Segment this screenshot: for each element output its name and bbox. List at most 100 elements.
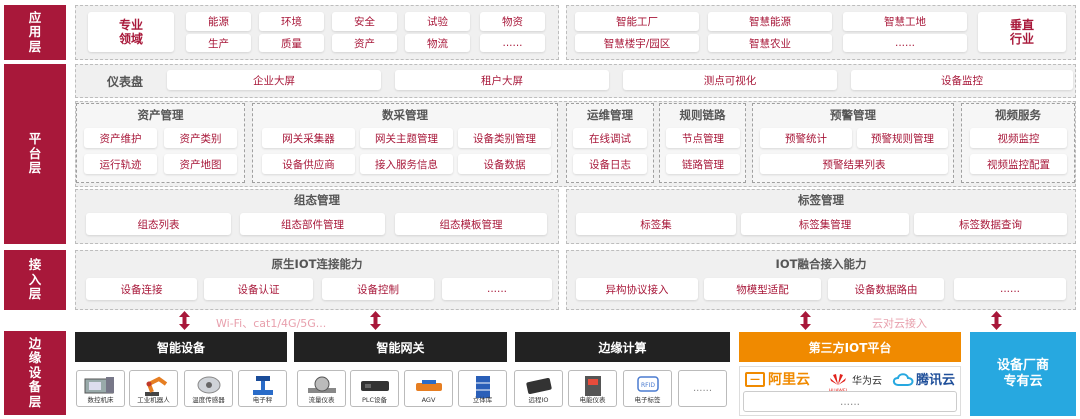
config-mgmt-title: 组态管理 [294,193,340,207]
electronic-scale[interactable]: 电子秤 [238,370,287,407]
alarm-item[interactable]: 预警规则管理 [857,128,948,148]
device-label: AGV [421,396,436,404]
wifi-note: Wi-Fi、cat1/4G/5G... [216,317,327,330]
app-industry-item[interactable]: 智能工厂 [575,12,699,31]
link-arrow-icon [179,311,190,330]
vendor-cloud-bar: 设备厂商 专有云 [970,332,1076,416]
alarm-item[interactable]: 预警统计 [760,128,852,148]
tag-mgmt-title: 标签管理 [798,193,844,207]
video-item[interactable]: 视频监控 [970,128,1067,148]
alarm-mgmt-title: 预警管理 [830,108,876,122]
link-arrow-icon [370,311,381,330]
link-arrow-icon [800,311,811,330]
video-item[interactable]: 视频监控配置 [970,154,1067,174]
collect-item[interactable]: 接入服务信息 [360,154,453,174]
device-label: 数控机床 [87,396,114,404]
plc-device[interactable]: PLC设备 [350,370,399,407]
ops-item[interactable]: 在线调试 [573,128,647,148]
app-domain-item[interactable]: 试验 [405,12,470,31]
app-domain-item[interactable]: 物流 [405,34,470,52]
fusion-iot-title: IOT融合接入能力 [775,257,867,271]
huawei-cloud-label: 华为云 [852,376,882,387]
native-iot-item[interactable]: ...... [442,278,552,300]
power-meter[interactable]: 电能仪表 [568,370,617,407]
tag-item[interactable]: 标签数据查询 [914,213,1067,235]
device-label: 流量仪表 [308,396,335,404]
link-arrow-icon [991,311,1002,330]
collect-item[interactable]: 设备供应商 [262,154,355,174]
rule-item[interactable]: 链路管理 [666,154,740,174]
device-label: 远程IO [528,396,549,404]
edge-compute-bar: 边缘计算 [515,332,730,362]
app-domain-item[interactable]: 质量 [259,34,324,52]
app-domain-item[interactable]: 安全 [332,12,397,31]
fusion-iot-item[interactable]: 设备数据路由 [828,278,944,300]
app-industry-item[interactable]: ...... [843,34,967,52]
native-iot-item[interactable]: 设备连接 [86,278,197,300]
fusion-iot-item[interactable]: ...... [954,278,1066,300]
collect-item[interactable]: 设备类别管理 [458,128,551,148]
temperature-sensor[interactable]: 温度传感器 [184,370,233,407]
device-label: 立体库 [472,396,493,404]
asset-item[interactable]: 运行轨迹 [84,154,157,174]
ops-mgmt-title: 运维管理 [587,108,633,122]
collect-item[interactable]: 设备数据 [458,154,551,174]
fusion-iot-item[interactable]: 异构协议接入 [576,278,698,300]
edge-device-more[interactable]: ...... [678,370,727,407]
app-domain-item[interactable]: ...... [480,34,545,52]
asset-item[interactable]: 资产维护 [84,128,157,148]
app-industry-item[interactable]: 智慧工地 [843,12,967,31]
native-iot-item[interactable]: 设备认证 [204,278,313,300]
aliyun-logo: — 阿里云 [745,369,810,389]
app-domain-item[interactable]: 生产 [186,34,251,52]
collect-mgmt-title: 数采管理 [382,108,428,122]
native-iot-title: 原生IOT连接能力 [271,257,363,271]
app-professional-tag: 专业 领域 [88,12,174,52]
dashboard-item[interactable]: 企业大屏 [167,70,381,90]
ops-item[interactable]: 设备日志 [573,154,647,174]
app-domain-item[interactable]: 环境 [259,12,324,31]
tencent-cloud-logo: 腾讯云 [892,369,955,388]
stereo-warehouse[interactable]: 立体库 [458,370,507,407]
rule-chain-title: 规则链路 [679,108,726,122]
asset-item[interactable]: 资产类别 [164,128,237,148]
layer-platform-label: 平台层 [4,64,66,244]
asset-item[interactable]: 资产地图 [164,154,237,174]
collect-item[interactable]: 网关主题管理 [360,128,453,148]
dashboard-item[interactable]: 测点可视化 [623,70,837,90]
config-item[interactable]: 组态列表 [86,213,231,235]
layer-app-label: 应用层 [4,5,66,60]
tag-item[interactable]: 标签集管理 [741,213,909,235]
cloud-note: 云对云接入 [872,317,927,330]
layer-edge-label: 边缘设备层 [4,331,66,415]
cnc-machine[interactable]: 数控机床 [76,370,125,407]
config-item[interactable]: 组态部件管理 [240,213,385,235]
svg-text:RFID: RFID [640,382,654,389]
third-party-platform-bar: 第三方IOT平台 [739,332,961,362]
rfid-tag[interactable]: RFID 电子标签 [623,370,672,407]
app-domain-item[interactable]: 资产 [332,34,397,52]
device-label: PLC设备 [361,396,388,404]
dashboard-item[interactable]: 租户大屏 [395,70,609,90]
flow-meter[interactable]: 流量仪表 [297,370,346,407]
app-industry-item[interactable]: 智慧农业 [708,34,832,52]
app-industry-item[interactable]: 智慧能源 [708,12,832,31]
industrial-robot[interactable]: 工业机器人 [129,370,178,407]
remote-io[interactable]: 远程IO [514,370,563,407]
rule-item[interactable]: 节点管理 [666,128,740,148]
agv[interactable]: AGV [404,370,453,407]
alarm-item[interactable]: 预警结果列表 [760,154,948,174]
app-domain-item[interactable]: 能源 [186,12,251,31]
collect-item[interactable]: 网关采集器 [262,128,355,148]
platform-more: ...... [743,391,957,412]
dashboard-item[interactable]: 设备监控 [851,70,1073,90]
device-label: 工业机器人 [137,396,170,404]
config-item[interactable]: 组态模板管理 [395,213,547,235]
smart-gateway-bar: 智能网关 [294,332,507,362]
fusion-iot-item[interactable]: 物模型适配 [704,278,821,300]
tag-item[interactable]: 标签集 [576,213,736,235]
device-label: 温度传感器 [192,396,225,404]
app-domain-item[interactable]: 物资 [480,12,545,31]
native-iot-item[interactable]: 设备控制 [322,278,434,300]
app-industry-item[interactable]: 智慧楼宇/园区 [575,34,699,52]
